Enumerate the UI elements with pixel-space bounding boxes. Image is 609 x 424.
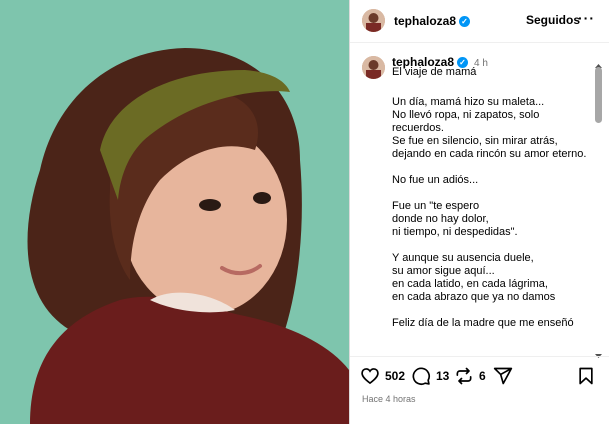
like-button[interactable]: 502 (360, 366, 405, 386)
caption-avatar[interactable] (362, 56, 385, 79)
heart-icon (361, 368, 379, 385)
post-timestamp: Hace 4 horas (362, 394, 416, 404)
caption-text: Un día, mamá hizo su maleta... No llevó … (392, 96, 587, 329)
portrait-image (0, 0, 349, 424)
likes-count: 502 (385, 369, 406, 383)
divider (350, 356, 609, 357)
comments-count: 13 (436, 369, 450, 383)
bookmark-icon (579, 367, 593, 385)
follow-button[interactable]: Seguidos (526, 13, 580, 27)
header-username[interactable]: tephaloza8 ✓ (394, 14, 471, 28)
repost-button[interactable]: 6 (454, 366, 486, 386)
caption-title: El viaje de mamá (392, 66, 477, 78)
caption-scrollbar[interactable] (594, 57, 603, 358)
share-icon (493, 367, 513, 385)
post-photo[interactable] (0, 0, 349, 424)
more-horizontal-icon[interactable]: ··· (578, 10, 595, 26)
avatar[interactable] (362, 9, 385, 32)
comment-icon (412, 367, 431, 386)
scrollbar-thumb[interactable] (595, 67, 602, 123)
save-button[interactable] (576, 366, 596, 386)
scroll-down-icon[interactable] (594, 347, 603, 358)
scroll-up-icon[interactable] (594, 57, 603, 68)
caption-area[interactable]: tephaloza8 ✓ 4 h El viaje de mamá Un día, … (350, 44, 609, 356)
action-bar: 502 13 6 (350, 364, 609, 390)
post-header: tephaloza8 ✓ Seguidos ··· (350, 0, 609, 43)
verified-icon: ✓ (459, 16, 471, 27)
post-side-panel: tephaloza8 ✓ Seguidos ··· tephaloza8 ✓ 4 h … (349, 0, 609, 424)
share-button[interactable] (493, 366, 513, 386)
reposts-count: 6 (479, 369, 486, 383)
repost-icon (456, 367, 472, 385)
comment-button[interactable]: 13 (411, 366, 449, 386)
